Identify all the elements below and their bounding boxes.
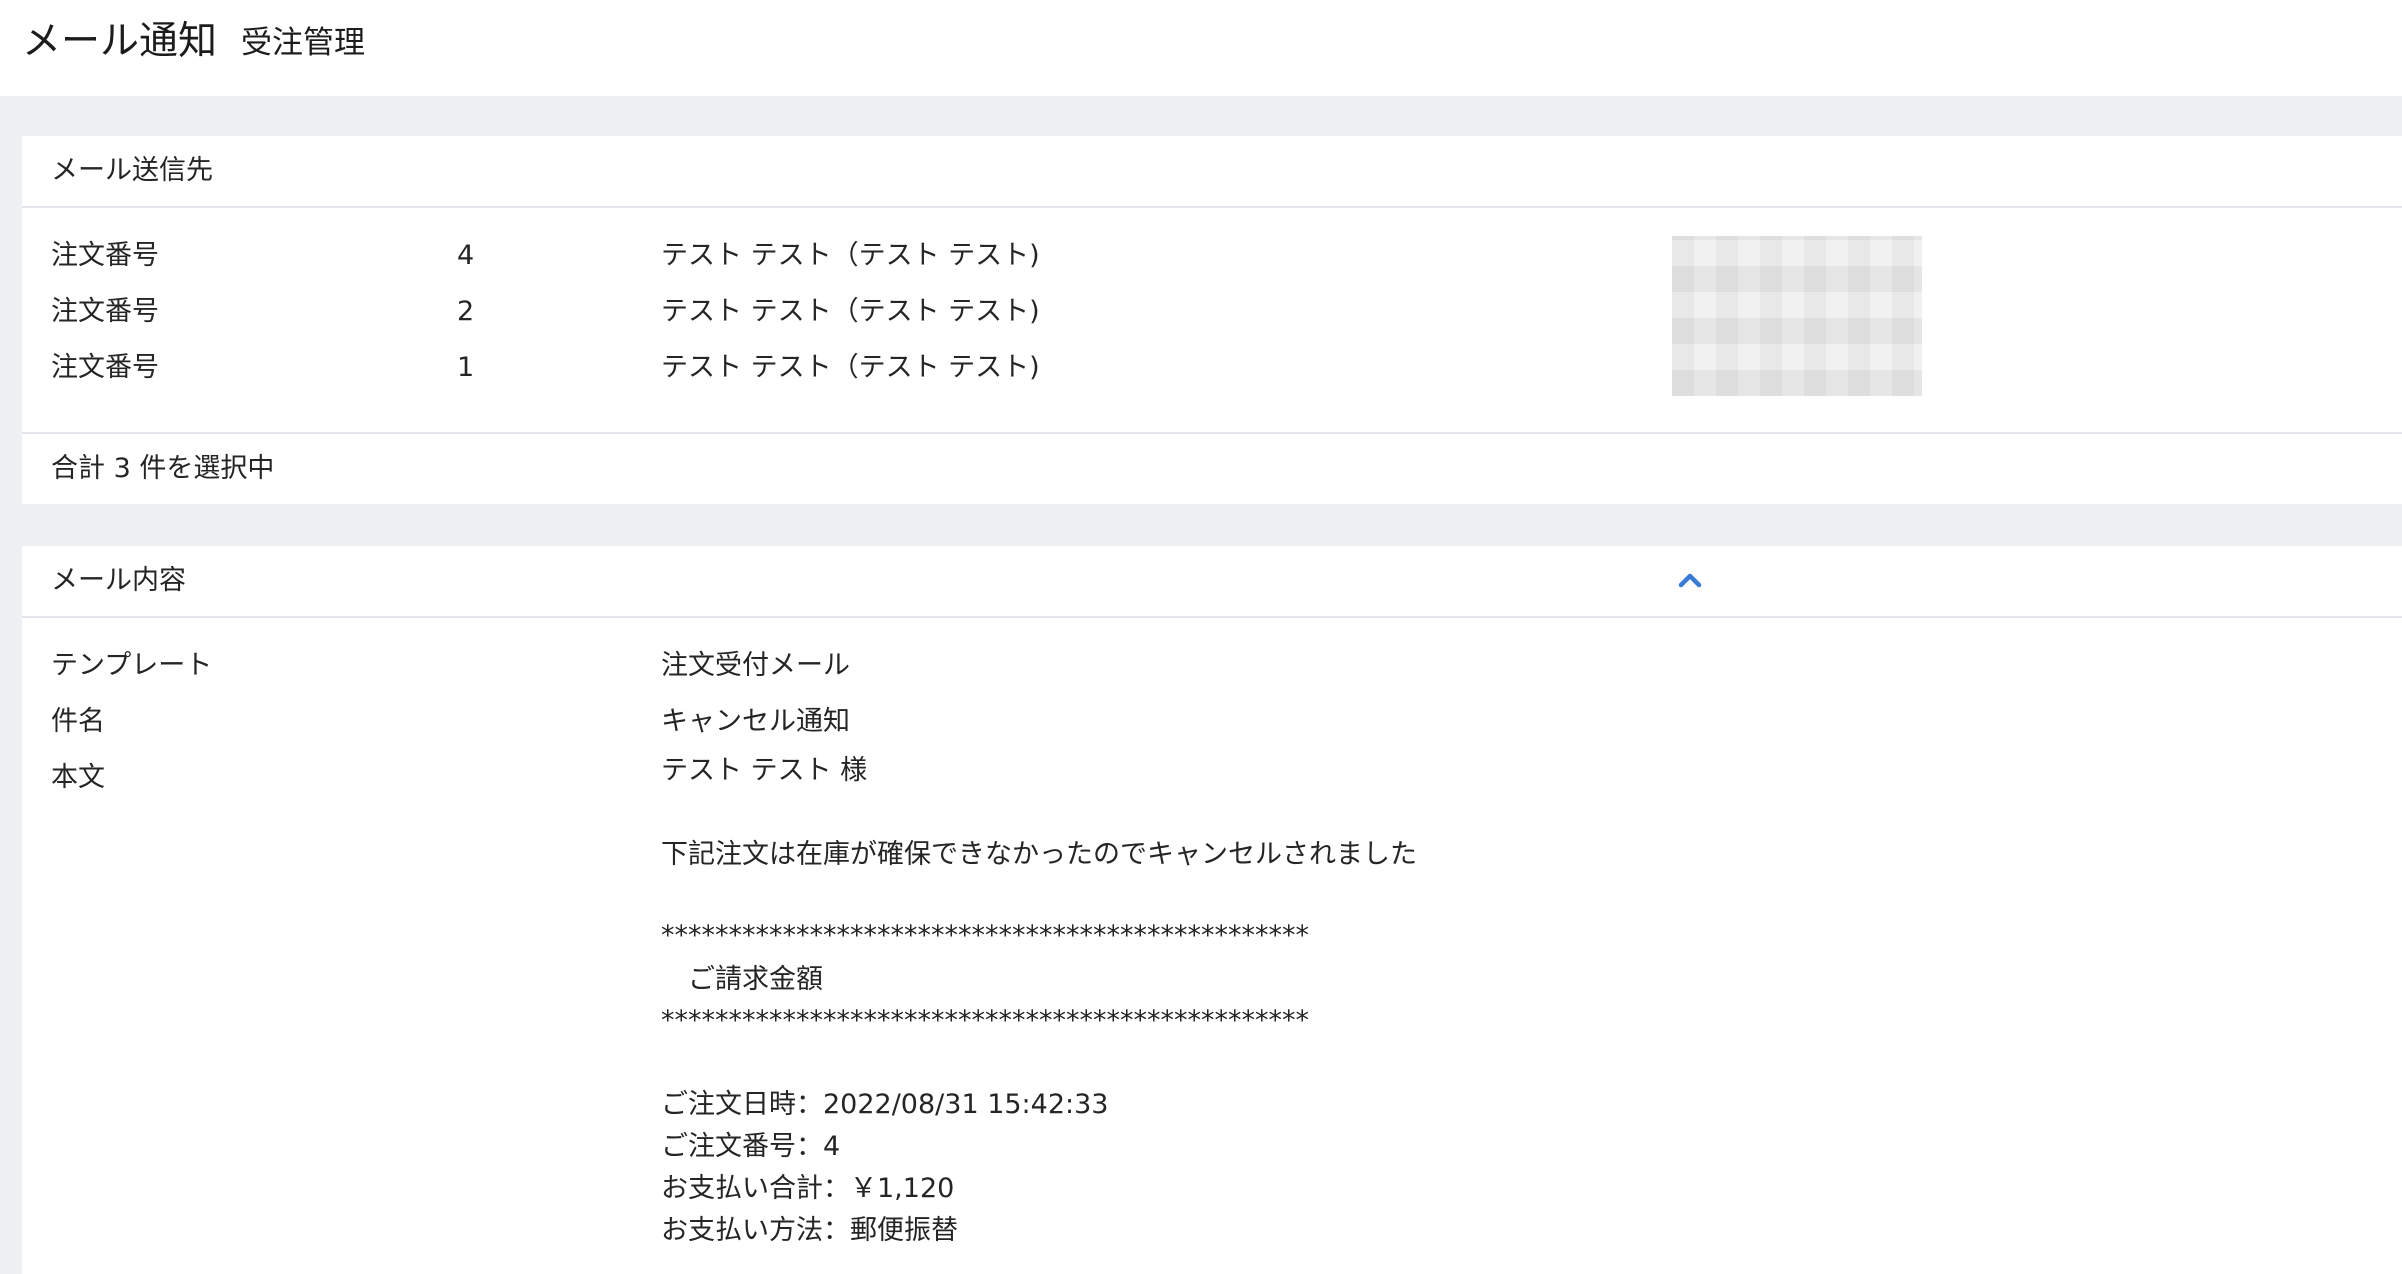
page-title: メール通知 bbox=[22, 19, 218, 64]
order-number-label: 注文番号 bbox=[51, 352, 159, 383]
template-row: テンプレート 注文受付メール bbox=[22, 642, 2402, 690]
body-line: テスト テスト 様 bbox=[661, 755, 868, 786]
template-value[interactable]: 注文受付メール bbox=[661, 642, 850, 690]
order-number-label: 注文番号 bbox=[51, 296, 159, 327]
page-subtitle: 受注管理 bbox=[241, 25, 365, 61]
body-line: 下記注文は在庫が確保できなかったのでキャンセルされました bbox=[661, 839, 1417, 870]
body-line: ****************************************… bbox=[661, 920, 1309, 951]
body-line: お支払い方法：郵便振替 bbox=[661, 1215, 958, 1246]
mail-content-card-header: メール内容 bbox=[22, 546, 2402, 618]
recipient-row: 注文番号 4 テスト テスト（テスト テスト) bbox=[22, 232, 2402, 280]
recipients-card: メール送信先 注文番号 4 テスト テスト（テスト テスト) 注文番号 2 テス… bbox=[22, 136, 2402, 504]
body-line: ご注文番号：4 bbox=[661, 1131, 841, 1162]
customer-name: テスト テスト（テスト テスト) bbox=[661, 240, 1040, 271]
recipients-card-footer: 合計 3 件を選択中 bbox=[22, 432, 2402, 504]
redacted-email-addresses bbox=[1672, 236, 1922, 396]
mail-content-section-label: メール内容 bbox=[51, 565, 186, 596]
selection-summary: 合計 3 件を選択中 bbox=[51, 453, 275, 484]
recipients-section-label: メール送信先 bbox=[51, 155, 213, 186]
mail-body-text[interactable]: テスト テスト 様 下記注文は在庫が確保できなかったのでキャンセルされました *… bbox=[661, 750, 1961, 1246]
recipients-card-header: メール送信先 bbox=[22, 136, 2402, 208]
order-number-value: 4 bbox=[457, 240, 475, 271]
body-line: ご注文日時：2022/08/31 15:42:33 bbox=[661, 1089, 1109, 1120]
recipient-row: 注文番号 2 テスト テスト（テスト テスト) bbox=[22, 288, 2402, 336]
template-label: テンプレート bbox=[51, 650, 213, 681]
subject-value[interactable]: キャンセル通知 bbox=[661, 698, 850, 746]
order-number-value: 1 bbox=[457, 352, 475, 383]
collapse-toggle-button[interactable] bbox=[1670, 560, 1710, 600]
mail-content-card: メール内容 テンプレート 注文受付メール 件名 キャンセル通知 本文 テスト テ… bbox=[22, 546, 2402, 1274]
body-label: 本文 bbox=[51, 762, 105, 793]
chevron-up-icon bbox=[1678, 573, 1702, 588]
body-line: ****************************************… bbox=[661, 1005, 1309, 1036]
customer-name: テスト テスト（テスト テスト) bbox=[661, 352, 1040, 383]
page-header: メール通知 受注管理 bbox=[0, 0, 2402, 96]
body-line: お支払い合計：￥1,120 bbox=[661, 1173, 955, 1204]
subject-row: 件名 キャンセル通知 bbox=[22, 698, 2402, 746]
recipient-row: 注文番号 1 テスト テスト（テスト テスト) bbox=[22, 344, 2402, 392]
body-line: ご請求金額 bbox=[661, 964, 823, 995]
subject-label: 件名 bbox=[51, 706, 105, 737]
order-number-label: 注文番号 bbox=[51, 240, 159, 271]
order-number-value: 2 bbox=[457, 296, 475, 327]
customer-name: テスト テスト（テスト テスト) bbox=[661, 296, 1040, 327]
